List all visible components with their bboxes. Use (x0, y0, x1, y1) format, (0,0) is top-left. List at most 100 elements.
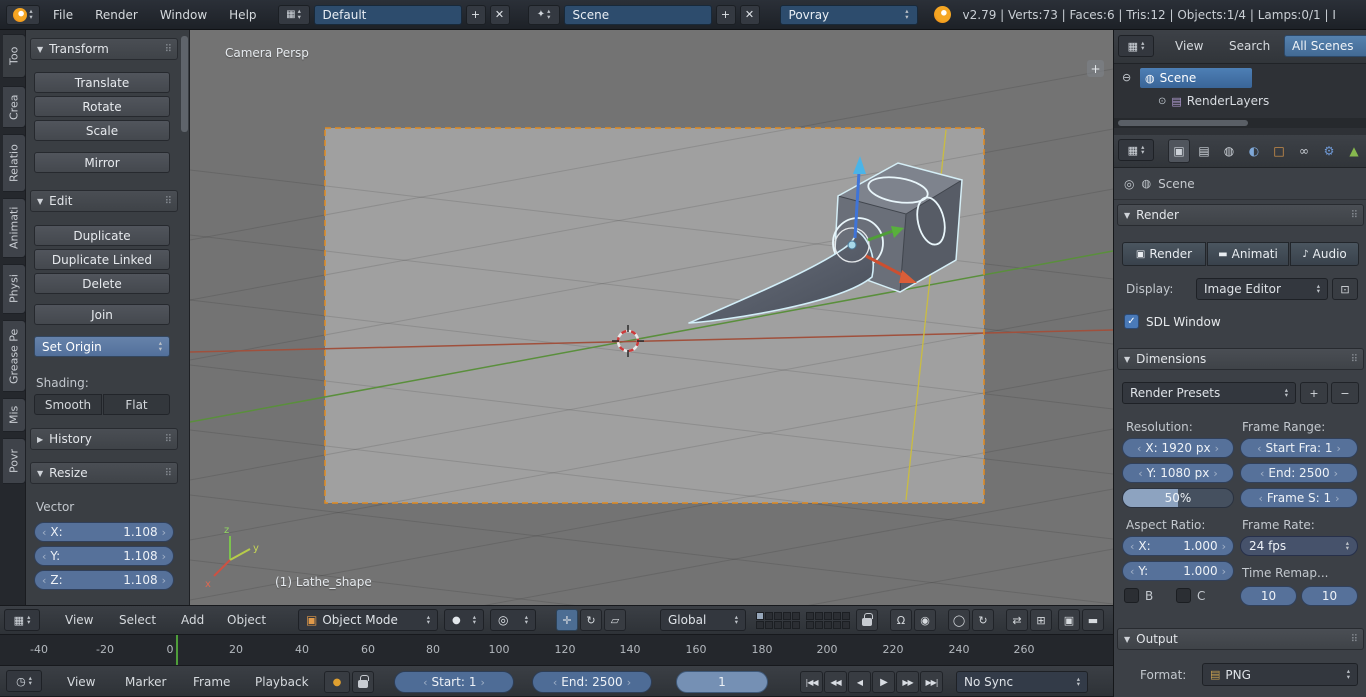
timeline-lock-button[interactable] (352, 671, 374, 693)
panel-header-resize[interactable]: ▼ Resize ⠿ (30, 462, 178, 484)
format-dropdown[interactable]: ▤ PNG ▴▾ (1202, 663, 1358, 686)
layer-cell[interactable] (756, 612, 764, 620)
viewport-canvas[interactable]: z y x (190, 30, 1113, 605)
pin-icon[interactable]: ◎ (1124, 177, 1134, 191)
layers-widget[interactable] (756, 612, 850, 629)
panel-grip-icon[interactable]: ⠿ (1351, 634, 1357, 645)
chevron-left-icon[interactable]: ‹ (42, 574, 46, 587)
chevron-right-icon[interactable]: › (162, 574, 166, 587)
opengl-render-button[interactable]: ▣ (1058, 609, 1080, 631)
remap-new-field[interactable]: 10 (1301, 586, 1358, 606)
display-dropdown[interactable]: Image Editor ▴▾ (1196, 278, 1328, 300)
vp-menu-object[interactable]: Object (218, 613, 275, 627)
outliner-item-renderlayers[interactable]: ⊙ ▤ RenderLayers (1158, 91, 1269, 111)
render-audio-button[interactable]: ♪ Audio (1290, 242, 1359, 266)
scale-button[interactable]: Scale (34, 120, 170, 141)
panel-header-edit[interactable]: ▼ Edit ⠿ (30, 190, 178, 212)
frame-end-field-props[interactable]: ‹End: 2500› (1240, 463, 1358, 483)
layer-cell[interactable] (783, 621, 791, 629)
opengl-anim-button[interactable]: ▬ (1082, 609, 1104, 631)
menu-file[interactable]: File (44, 8, 82, 22)
tl-menu-frame[interactable]: Frame (184, 675, 239, 689)
mode-dropdown[interactable]: ▣ Object Mode ▴▾ (298, 609, 438, 631)
layout-browse-button[interactable]: ▦ ▴▾ (278, 5, 310, 25)
outliner-hscroll-thumb[interactable] (1118, 120, 1248, 126)
resolution-x-field[interactable]: ‹X: 1920 px› (1122, 438, 1234, 458)
tab-data[interactable]: ▲ (1343, 139, 1365, 163)
layout-add-button[interactable]: + (466, 5, 486, 25)
chevron-right-icon[interactable]: › (162, 550, 166, 563)
tab-render[interactable]: ▣ (1168, 139, 1190, 163)
pivot-dropdown[interactable]: ◎ ▴▾ (490, 609, 536, 631)
duplicate-linked-button[interactable]: Duplicate Linked (34, 249, 170, 270)
layer-cell[interactable] (806, 621, 814, 629)
fps-dropdown[interactable]: 24 fps ▴▾ (1240, 536, 1358, 556)
play-reverse-button[interactable]: ◀ (848, 671, 871, 693)
aspect-x-field[interactable]: ‹ X: 1.000 › (1122, 536, 1234, 556)
tab-scene[interactable]: ◍ (1218, 139, 1240, 163)
layer-cell[interactable] (824, 612, 832, 620)
frame-start-field[interactable]: ‹ Start: 1 › (394, 671, 514, 693)
shade-flat-button[interactable]: Flat (103, 394, 170, 415)
layer-cell[interactable] (833, 612, 841, 620)
frame-start-field-props[interactable]: ‹Start Fra: 1› (1240, 438, 1358, 458)
translate-button[interactable]: Translate (34, 72, 170, 93)
record-button[interactable]: ● (324, 671, 350, 693)
layer-cell[interactable] (792, 621, 800, 629)
orientation-dropdown[interactable]: Global ▴▾ (660, 609, 746, 631)
panel-grip-icon[interactable]: ⠿ (1351, 210, 1357, 221)
snap-magnet-button[interactable]: Ω (890, 609, 912, 631)
chevron-left-icon[interactable]: ‹ (42, 550, 46, 563)
shading-dropdown[interactable]: ● ▴▾ (444, 609, 484, 631)
scene-delete-button[interactable]: ✕ (740, 5, 760, 25)
vp-menu-select[interactable]: Select (110, 613, 165, 627)
chevron-right-icon[interactable]: › (162, 526, 166, 539)
jump-end-button[interactable]: ▶▶| (920, 671, 943, 693)
duplicate-button[interactable]: Duplicate (34, 225, 170, 246)
tab-constraints[interactable]: ∞ (1293, 139, 1315, 163)
layer-cell[interactable] (833, 621, 841, 629)
render-button[interactable]: ▣ Render (1122, 242, 1206, 266)
layer-cell[interactable] (842, 612, 850, 620)
join-button[interactable]: Join (34, 304, 170, 325)
viewport-3d[interactable]: z y x Camera Persp (1) Lathe_shape + (190, 30, 1113, 605)
tab-render-layers[interactable]: ▤ (1193, 139, 1215, 163)
layer-cell[interactable] (783, 612, 791, 620)
properties-editor-type-button[interactable]: ▦ ▴▾ (1118, 139, 1154, 161)
current-frame-field[interactable]: 1 (676, 671, 768, 693)
tab-animation[interactable]: Animati (3, 198, 26, 258)
current-frame-line[interactable] (176, 635, 178, 665)
tab-tools[interactable]: Too (3, 34, 26, 78)
region-expand-button[interactable]: + (1087, 60, 1104, 77)
layer-cell[interactable] (756, 621, 764, 629)
preset-add-button[interactable]: + (1300, 382, 1328, 404)
layer-cell[interactable] (774, 621, 782, 629)
prev-keyframe-button[interactable]: ◀◀ (824, 671, 847, 693)
editor-type-button[interactable]: ▦ ▴▾ (4, 609, 40, 631)
resize-z-field[interactable]: ‹ Z: 1.108 › (34, 570, 174, 590)
delete-button[interactable]: Delete (34, 273, 170, 294)
panel-header-history[interactable]: ▶ History ⠿ (30, 428, 178, 450)
preset-remove-button[interactable]: − (1331, 382, 1359, 404)
sdl-window-checkbox[interactable]: ✓ (1124, 314, 1139, 329)
timeline-ruler[interactable]: -40 -20 0 20 40 60 80 100 120 140 160 18… (0, 635, 1113, 665)
layer-cell[interactable] (774, 612, 782, 620)
tab-physics[interactable]: Physi (3, 264, 26, 314)
tab-relations[interactable]: Relatio (3, 134, 26, 192)
next-keyframe-button[interactable]: ▶▶ (896, 671, 919, 693)
snap-element-dropdown[interactable]: ◉ (914, 609, 936, 631)
sync-dropdown[interactable]: No Sync ▴▾ (956, 671, 1088, 693)
toolshelf-scrollbar[interactable] (181, 36, 188, 132)
chevron-left-icon[interactable]: ‹ (42, 526, 46, 539)
display-window-button[interactable]: ⊡ (1332, 278, 1358, 300)
timeline-editor-type-button[interactable]: ◷ ▴▾ (6, 670, 42, 692)
outliner-menu-search[interactable]: Search (1220, 39, 1279, 53)
grid-snap-button[interactable]: ⊞ (1030, 609, 1052, 631)
manipulator-rotate-button[interactable]: ↻ (580, 609, 602, 631)
outliner-filter-dropdown[interactable]: All Scenes (1284, 35, 1366, 57)
mirror-button[interactable]: Mirror (34, 152, 170, 173)
scene-name-field[interactable]: Scene (564, 5, 712, 25)
layer-cell[interactable] (815, 612, 823, 620)
aspect-y-field[interactable]: ‹ Y: 1.000 › (1122, 561, 1234, 581)
menu-help[interactable]: Help (220, 8, 265, 22)
